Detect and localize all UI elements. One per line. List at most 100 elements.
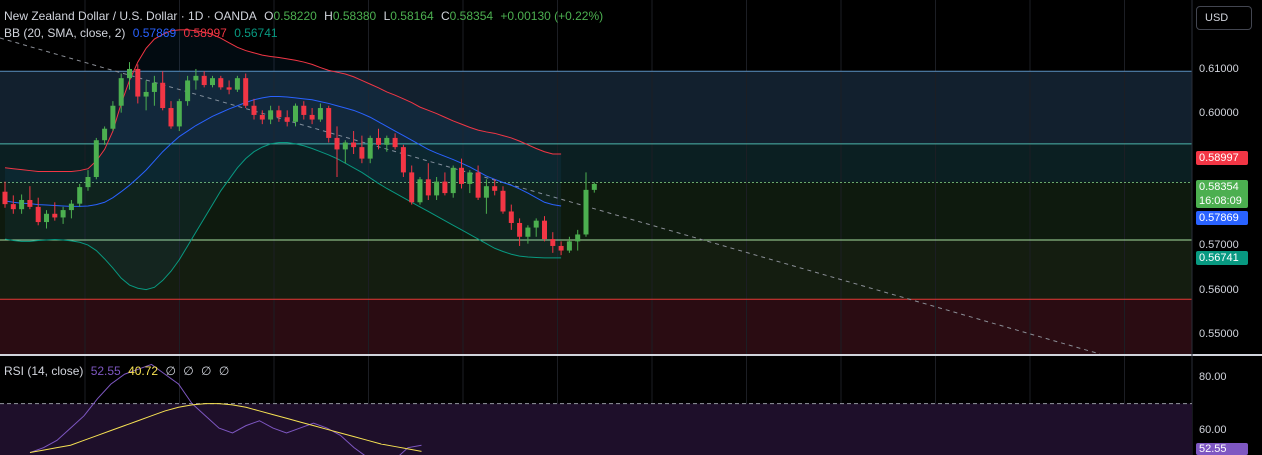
candle-body — [52, 213, 58, 218]
candle-body — [27, 199, 33, 207]
candle-body — [425, 179, 431, 196]
bb-legend[interactable]: BB (20, SMA, close, 2) 0.57869 0.58997 0… — [4, 26, 282, 40]
rsi-extra-3: ∅ — [201, 364, 212, 378]
open-label: O0.58220 — [264, 9, 317, 23]
rsi-tick: 60.00 — [1199, 424, 1227, 436]
candle-body — [10, 204, 16, 210]
candle-body — [93, 140, 99, 177]
close-price-tag: 0.58354 16:08:09 — [1196, 180, 1248, 208]
currency-button[interactable]: USD — [1196, 6, 1252, 30]
candle-body — [508, 211, 514, 223]
candle-body — [44, 213, 49, 223]
rsi-value: 52.55 — [90, 364, 121, 378]
rsi-tick: 80.00 — [1199, 371, 1227, 383]
candle-body — [259, 114, 265, 120]
low-label: L0.58164 — [383, 9, 434, 23]
bb-label: BB (20, SMA, close, 2) — [4, 26, 126, 40]
bb-lower-price-tag: 0.56741 — [1196, 251, 1248, 265]
candle-body — [400, 147, 406, 173]
candle-body — [442, 181, 448, 194]
candle-body — [459, 167, 464, 184]
bb-basis-price-tag: 0.57869 — [1196, 211, 1248, 225]
candle-body — [342, 142, 348, 150]
candle-body — [525, 227, 531, 237]
candle-body — [492, 186, 498, 191]
symbol-title: New Zealand Dollar / U.S. Dollar · 1D · … — [4, 9, 257, 23]
candle-body — [317, 108, 323, 120]
bar-countdown: 16:08:09 — [1199, 195, 1242, 207]
candle-body — [450, 167, 456, 194]
price-chart[interactable] — [0, 0, 1262, 455]
close-label: C0.58354 — [441, 9, 494, 23]
candle-body — [351, 142, 357, 148]
candle-body — [176, 101, 182, 127]
candle-body — [392, 137, 398, 148]
candle-body — [210, 78, 215, 86]
candle-body — [160, 82, 166, 109]
rsi-label: RSI (14, close) — [4, 364, 84, 378]
rsi-legend[interactable]: RSI (14, close) 52.55 40.72 ∅ ∅ ∅ ∅ — [4, 364, 233, 378]
candle-body — [60, 210, 66, 218]
candle-body — [409, 172, 415, 203]
candle-body — [566, 241, 572, 251]
candle-body — [127, 68, 132, 79]
candle-body — [193, 75, 199, 81]
candle-body — [309, 114, 315, 120]
high-value: 0.58380 — [332, 9, 377, 23]
candle-body — [542, 220, 547, 240]
low-value: 0.58164 — [390, 9, 434, 23]
change-value: +0.00130 (+0.22%) — [500, 9, 604, 23]
candle-body — [143, 91, 149, 97]
close-price: 0.58354 — [1199, 181, 1239, 193]
candle-body — [326, 108, 332, 138]
price-tick: 0.60000 — [1199, 107, 1239, 119]
candle-body — [276, 110, 282, 118]
candle-body — [384, 137, 390, 145]
candle-body — [185, 80, 191, 102]
rsi-ma-value: 40.72 — [128, 364, 159, 378]
candle-body — [218, 78, 224, 88]
candle-body — [533, 220, 539, 228]
price-tick: 0.56000 — [1199, 284, 1239, 296]
rsi-extra-4: ∅ — [218, 364, 230, 378]
candle-body — [85, 177, 91, 188]
candle-body — [334, 137, 340, 150]
high-label: H0.58380 — [324, 9, 377, 23]
candle-body — [558, 245, 564, 251]
rsi-extra-1: ∅ — [165, 364, 176, 378]
candle-body — [151, 82, 157, 92]
bb-lower-value: 0.56741 — [234, 26, 278, 40]
candle-body — [550, 239, 556, 246]
candle-body — [301, 105, 307, 115]
candle-body — [583, 189, 589, 235]
candle-body — [575, 234, 581, 242]
candle-body — [434, 181, 440, 196]
symbol-legend[interactable]: New Zealand Dollar / U.S. Dollar · 1D · … — [4, 9, 607, 23]
candle-body — [35, 206, 41, 223]
candle-body — [243, 78, 249, 106]
candle-body — [110, 105, 116, 129]
bb-basis-value: 0.57869 — [132, 26, 177, 40]
bb-upper-price-tag: 0.58997 — [1196, 151, 1248, 165]
candle-body — [102, 128, 108, 141]
price-tick: 0.57000 — [1199, 239, 1239, 251]
candle-body — [517, 222, 523, 237]
candle-body — [68, 203, 74, 211]
candle-body — [475, 172, 481, 198]
candle-body — [417, 179, 423, 203]
candle-body — [467, 172, 473, 184]
candle-body — [77, 187, 83, 204]
candle-body — [293, 105, 298, 122]
candle-body — [268, 110, 274, 120]
candle-body — [19, 199, 25, 210]
candle-body — [251, 105, 257, 115]
rsi-band — [0, 403, 1192, 455]
candle-body — [135, 68, 141, 97]
close-value: 0.58354 — [449, 9, 494, 23]
rsi-price-tag: 52.55 — [1196, 443, 1248, 455]
candle-body — [2, 191, 8, 205]
candle-body — [234, 78, 240, 90]
candle-body — [359, 147, 365, 159]
zone-bottom — [0, 299, 1192, 354]
price-tick: 0.55000 — [1199, 328, 1239, 340]
